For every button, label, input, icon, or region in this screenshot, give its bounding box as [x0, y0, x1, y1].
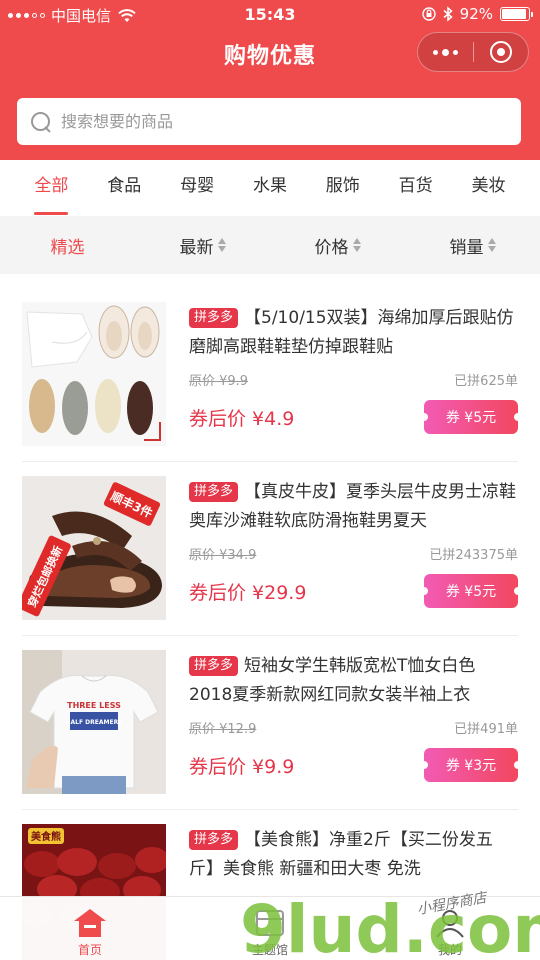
- search-bar[interactable]: [17, 98, 521, 145]
- heel-pad-image: [22, 302, 166, 446]
- pdd-badge: 拼多多: [189, 482, 239, 502]
- tab-home[interactable]: 首页: [0, 897, 180, 960]
- category-tab[interactable]: 食品: [107, 160, 141, 216]
- sold-count: 已拼625单: [454, 374, 518, 389]
- battery-fill: [502, 9, 526, 19]
- original-price: 原价 ¥9.9: [189, 374, 249, 389]
- sort-arrows-icon: [487, 238, 496, 252]
- tab-label: 我的: [437, 943, 462, 957]
- category-tabs: 全部 食品 母婴 水果 服饰 百货 美妆: [0, 160, 540, 216]
- coupon-button[interactable]: 券 ¥3元: [420, 748, 522, 782]
- close-button[interactable]: [474, 33, 529, 71]
- battery-percent: 92%: [459, 5, 493, 23]
- original-price: 原价 ¥34.9: [189, 548, 257, 563]
- bluetooth-icon: [443, 6, 453, 22]
- more-button[interactable]: [418, 33, 473, 71]
- image-logo-text: 美食熊: [31, 830, 61, 843]
- home-icon: [70, 905, 110, 941]
- coupon-price: 券后价 ¥29.9: [189, 581, 307, 604]
- category-tab[interactable]: 美妆: [471, 160, 505, 216]
- product-meta: 原价 ¥12.9 已拼491单: [189, 718, 518, 737]
- status-right: 92%: [421, 5, 533, 23]
- sort-bar: 精选 最新 价格 销量: [0, 216, 540, 274]
- sort-label: 价格: [314, 237, 349, 258]
- pdd-badge: 拼多多: [189, 656, 239, 676]
- image-shirt-text: HALF DREAMERS: [65, 719, 122, 726]
- product-title: 拼多多 【美食熊】净重2斤【买二份发五斤】美食熊 新疆和田大枣 免洗: [189, 826, 518, 884]
- sort-label: 精选: [50, 237, 85, 258]
- price-row: 券后价 ¥4.9 券 ¥5元: [189, 400, 522, 434]
- category-tab[interactable]: 水果: [253, 160, 287, 216]
- product-title: 拼多多 短袖女学生韩版宽松T恤女白色2018夏季新款网红同款女装半袖上衣: [189, 652, 518, 710]
- product-item[interactable]: 顺丰3件 穿烂包邮换新 拼多多 【真皮牛皮】夏季头层牛皮男士凉鞋奥库沙滩鞋软底防滑…: [22, 462, 522, 636]
- category-tab[interactable]: 百货: [399, 160, 433, 216]
- sort-arrows-icon: [217, 238, 226, 252]
- target-circle-icon: [489, 41, 512, 63]
- product-image[interactable]: [22, 302, 166, 446]
- price-row: 券后价 ¥9.9 券 ¥3元: [189, 748, 522, 782]
- rotation-lock-icon: [421, 7, 436, 21]
- search-input[interactable]: [61, 112, 481, 131]
- product-info: 拼多多 短袖女学生韩版宽松T恤女白色2018夏季新款网红同款女装半袖上衣 原价 ¥…: [189, 652, 522, 782]
- theme-icon: [250, 905, 290, 941]
- search-icon: [31, 111, 51, 132]
- product-info: 拼多多 【5/10/15双装】海绵加厚后跟贴仿磨脚高跟鞋鞋垫仿掉跟鞋贴 原价 ¥9…: [189, 304, 522, 434]
- product-meta: 原价 ¥34.9 已拼243375单: [189, 544, 518, 563]
- sort-option[interactable]: 精选: [0, 216, 135, 274]
- sold-count: 已拼243375单: [429, 548, 518, 563]
- sort-option[interactable]: 最新: [135, 216, 270, 274]
- product-list: 拼多多 【5/10/15双装】海绵加厚后跟贴仿磨脚高跟鞋鞋垫仿掉跟鞋贴 原价 ¥9…: [0, 288, 540, 960]
- product-image[interactable]: THREE LESS HALF DREAMERS: [22, 650, 166, 794]
- category-tab[interactable]: 全部: [34, 160, 69, 216]
- tshirt-image: THREE LESS HALF DREAMERS: [22, 650, 166, 794]
- coupon-button[interactable]: 券 ¥5元: [420, 574, 522, 608]
- miniprogram-capsule: [417, 32, 529, 72]
- status-bar: 中国电信 15:43 92%: [0, 0, 540, 30]
- original-price: 原价 ¥12.9: [189, 722, 257, 737]
- product-title-text: 【真皮牛皮】夏季头层牛皮男士凉鞋奥库沙滩鞋软底防滑拖鞋男夏天: [189, 482, 517, 531]
- coupon-price: 券后价 ¥4.9: [189, 407, 295, 430]
- coupon-price: 券后价 ¥9.9: [189, 755, 295, 778]
- product-image[interactable]: 顺丰3件 穿烂包邮换新: [22, 476, 166, 620]
- bottom-tabbar: 首页 主题馆 我的: [0, 896, 540, 960]
- sort-label: 最新: [179, 237, 214, 258]
- sort-option[interactable]: 价格: [270, 216, 405, 274]
- product-title: 拼多多 【5/10/15双装】海绵加厚后跟贴仿磨脚高跟鞋鞋垫仿掉跟鞋贴: [189, 304, 518, 362]
- sold-count: 已拼491单: [454, 722, 518, 737]
- sandal-image: 顺丰3件 穿烂包邮换新: [22, 476, 166, 620]
- coupon-button[interactable]: 券 ¥5元: [420, 400, 522, 434]
- tab-label: 首页: [77, 943, 102, 957]
- tab-label: 主题馆: [251, 943, 288, 957]
- category-tab[interactable]: 服饰: [326, 160, 360, 216]
- sort-arrows-icon: [352, 238, 361, 252]
- tab-theme[interactable]: 主题馆: [180, 897, 360, 960]
- product-item[interactable]: THREE LESS HALF DREAMERS 拼多多 短袖女学生韩版宽松T恤女…: [22, 636, 522, 810]
- product-title: 拼多多 【真皮牛皮】夏季头层牛皮男士凉鞋奥库沙滩鞋软底防滑拖鞋男夏天: [189, 478, 518, 536]
- pdd-badge: 拼多多: [189, 308, 239, 328]
- more-dots-icon: [432, 48, 458, 56]
- category-tab[interactable]: 母婴: [180, 160, 214, 216]
- battery-icon: [500, 7, 533, 21]
- sort-label: 销量: [449, 237, 484, 258]
- sort-option[interactable]: 销量: [405, 216, 540, 274]
- user-icon: [430, 905, 470, 941]
- product-info: 拼多多 【美食熊】净重2斤【买二份发五斤】美食熊 新疆和田大枣 免洗: [189, 826, 518, 884]
- price-row: 券后价 ¥29.9 券 ¥5元: [189, 574, 522, 608]
- image-shirt-text: THREE LESS: [67, 701, 121, 710]
- pdd-badge: 拼多多: [189, 830, 239, 850]
- product-info: 拼多多 【真皮牛皮】夏季头层牛皮男士凉鞋奥库沙滩鞋软底防滑拖鞋男夏天 原价 ¥34…: [189, 478, 522, 608]
- tab-profile[interactable]: 我的: [360, 897, 540, 960]
- product-meta: 原价 ¥9.9 已拼625单: [189, 370, 518, 389]
- header: 购物优惠: [0, 30, 540, 160]
- product-item[interactable]: 拼多多 【5/10/15双装】海绵加厚后跟贴仿磨脚高跟鞋鞋垫仿掉跟鞋贴 原价 ¥9…: [22, 288, 522, 462]
